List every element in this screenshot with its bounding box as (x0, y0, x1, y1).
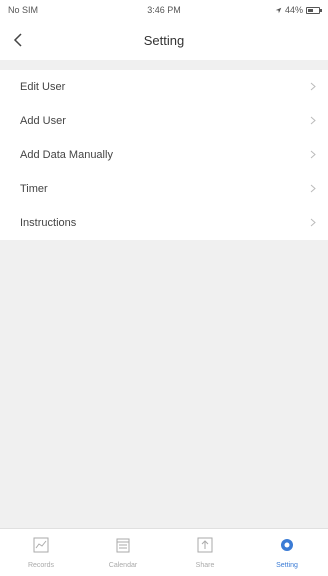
menu-item-label: Add Data Manually (20, 149, 113, 161)
menu-item-label: Instructions (20, 217, 77, 229)
menu-item-label: Edit User (20, 81, 66, 93)
menu-item-add-user[interactable]: Add User (0, 104, 328, 138)
tab-label: Share (195, 562, 215, 569)
page-title: Setting (143, 33, 185, 48)
chevron-right-icon (310, 218, 316, 227)
chevron-right-icon (310, 184, 316, 193)
status-right: 44% (275, 5, 322, 15)
tab-records[interactable]: Records (0, 529, 82, 576)
menu-item-instructions[interactable]: Instructions (0, 206, 328, 240)
setting-icon (281, 539, 293, 551)
battery-percent: 44% (284, 5, 303, 15)
nav-bar: Setting (0, 20, 328, 60)
tab-share[interactable]: Share (164, 529, 246, 576)
tab-calendar[interactable]: Calendar (82, 529, 164, 576)
tab-label: Calendar (108, 562, 138, 569)
menu-item-add-data-manually[interactable]: Add Data Manually (0, 138, 328, 172)
tab-label: Records (27, 562, 55, 569)
calendar-icon (116, 538, 130, 553)
tab-label: Setting (276, 562, 298, 569)
tab-bar: Records Calendar Share Setting (0, 528, 328, 576)
chevron-right-icon (310, 82, 316, 91)
menu-item-timer[interactable]: Timer (0, 172, 328, 206)
menu-item-label: Add User (20, 115, 66, 127)
chevron-right-icon (310, 150, 316, 159)
menu-item-label: Timer (20, 183, 48, 195)
share-icon (197, 537, 213, 553)
chevron-right-icon (310, 116, 316, 125)
battery-icon (306, 6, 322, 14)
menu-item-edit-user[interactable]: Edit User (0, 70, 328, 104)
tab-setting[interactable]: Setting (246, 529, 328, 576)
settings-menu: Edit User Add User Add Data Manually Tim… (0, 70, 328, 240)
location-icon (275, 7, 282, 13)
records-icon (33, 537, 49, 553)
status-bar: No SIM 3:46 PM 44% (0, 0, 328, 20)
